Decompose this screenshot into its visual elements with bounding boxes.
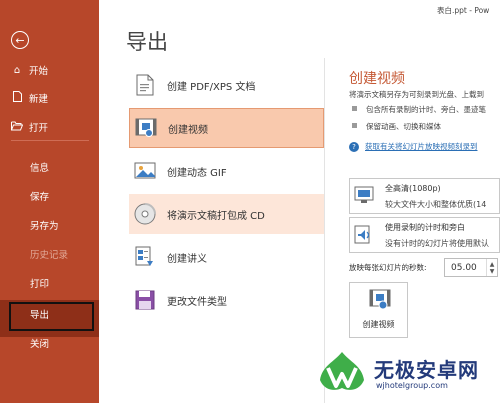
help-link-text[interactable]: 获取有关将幻灯片放映视频刻录到 xyxy=(365,141,478,152)
sidebar-item-label: 保存 xyxy=(30,192,50,203)
timing-subtitle: 没有计时的幻灯片将使用默认 xyxy=(385,239,489,248)
change-file-type-icon xyxy=(134,289,156,311)
option-create-handouts[interactable]: 创建讲义 xyxy=(129,237,324,277)
sidebar-item-save-as[interactable]: 另存为 xyxy=(0,214,99,236)
gif-icon xyxy=(134,160,156,182)
quality-title: 全高清(1080p) xyxy=(385,184,441,193)
help-icon: ? xyxy=(349,141,359,152)
option-label: 创建视频 xyxy=(168,124,208,136)
watermark-text: 无极安卓网 xyxy=(374,358,479,382)
timing-title: 使用录制的计时和旁白 xyxy=(385,223,465,232)
option-create-gif[interactable]: 创建动态 GIF xyxy=(129,151,324,191)
sidebar-item-info[interactable]: 信息 xyxy=(0,156,99,178)
narration-icon xyxy=(354,225,374,245)
timing-dropdown[interactable]: 使用录制的计时和旁白 没有计时的幻灯片将使用默认 xyxy=(349,217,500,253)
sidebar-item-history: 历史记录 xyxy=(0,243,99,265)
create-video-button[interactable]: 创建视频 xyxy=(349,282,408,338)
seconds-value[interactable]: 05.00 xyxy=(451,263,477,273)
sidebar-item-label: 另存为 xyxy=(30,221,59,232)
home-icon: ⌂ xyxy=(13,64,21,76)
detail-heading: 创建视频 xyxy=(349,71,405,87)
seconds-label: 放映每张幻灯片的秒数: xyxy=(349,263,427,272)
sidebar-item-label: 导出 xyxy=(30,310,50,321)
option-create-pdf-xps[interactable]: 创建 PDF/XPS 文档 xyxy=(129,65,324,105)
sidebar-item-export[interactable]: 导出 xyxy=(0,303,99,325)
option-label: 创建 PDF/XPS 文档 xyxy=(167,81,256,93)
sidebar-item-label: 信息 xyxy=(30,163,50,174)
spinner-arrows-icon[interactable]: ▲ ▼ xyxy=(486,259,497,276)
bullet-text: 保留动画、切换和媒体 xyxy=(366,122,441,131)
quality-subtitle: 较大文件大小和整体优质(14 xyxy=(385,200,487,209)
option-change-file-type[interactable]: 更改文件类型 xyxy=(129,280,324,320)
detail-description: 将演示文稿另存为可刻录到光盘、上载到 xyxy=(349,90,484,99)
handout-icon xyxy=(134,246,156,268)
watermark-logo-icon xyxy=(316,350,368,394)
detail-bullet: 保留动画、切换和媒体 xyxy=(352,121,441,132)
back-arrow-icon[interactable]: ← xyxy=(11,31,29,49)
bullet-square-icon xyxy=(352,123,357,128)
sidebar-item-close[interactable]: 关闭 xyxy=(0,332,99,354)
detail-bullet: 包含所有录制的计时、旁白、墨迹笔 xyxy=(352,104,486,115)
bullet-text: 包含所有录制的计时、旁白、墨迹笔 xyxy=(366,105,486,114)
watermark-url: wjhotelgroup.com xyxy=(376,381,448,390)
new-file-icon xyxy=(11,91,23,105)
pdf-document-icon xyxy=(134,74,156,96)
sidebar-item-label: 开始 xyxy=(29,66,49,77)
cd-icon xyxy=(134,203,156,225)
window-title: 表白.ppt - Pow xyxy=(437,6,490,15)
option-package-cd[interactable]: 将演示文稿打包成 CD xyxy=(129,194,324,234)
sidebar-item-open[interactable]: 打开 xyxy=(0,116,99,138)
option-label: 更改文件类型 xyxy=(167,296,227,308)
sidebar-item-label: 关闭 xyxy=(30,339,50,350)
quality-dropdown[interactable]: 全高清(1080p) 较大文件大小和整体优质(14 xyxy=(349,178,500,214)
sidebar-item-print[interactable]: 打印 xyxy=(0,272,99,294)
sidebar-item-label: 打印 xyxy=(30,279,50,290)
monitor-icon xyxy=(354,186,374,206)
sidebar-item-home[interactable]: ⌂ 开始 xyxy=(0,59,99,81)
bullet-square-icon xyxy=(352,106,357,111)
help-link[interactable]: ? 获取有关将幻灯片放映视频刻录到 xyxy=(349,141,478,152)
video-icon xyxy=(135,117,157,139)
option-create-video[interactable]: 创建视频 xyxy=(129,108,324,148)
page-title: 导出 xyxy=(126,30,168,54)
sidebar-item-label: 打开 xyxy=(29,123,49,134)
option-label: 创建动态 GIF xyxy=(167,167,227,179)
sidebar-item-save[interactable]: 保存 xyxy=(0,185,99,207)
open-folder-icon xyxy=(11,121,24,134)
sidebar-divider xyxy=(11,140,89,141)
option-label: 创建讲义 xyxy=(167,253,207,265)
sidebar-item-label: 新建 xyxy=(29,94,49,105)
seconds-spinner[interactable]: 05.00 ▲ ▼ xyxy=(444,258,498,277)
create-video-button-label: 创建视频 xyxy=(362,320,395,329)
option-label: 将演示文稿打包成 CD xyxy=(167,210,265,222)
sidebar-item-new[interactable]: 新建 xyxy=(0,87,99,109)
video-icon xyxy=(369,289,391,311)
sidebar-item-label: 历史记录 xyxy=(30,250,69,261)
